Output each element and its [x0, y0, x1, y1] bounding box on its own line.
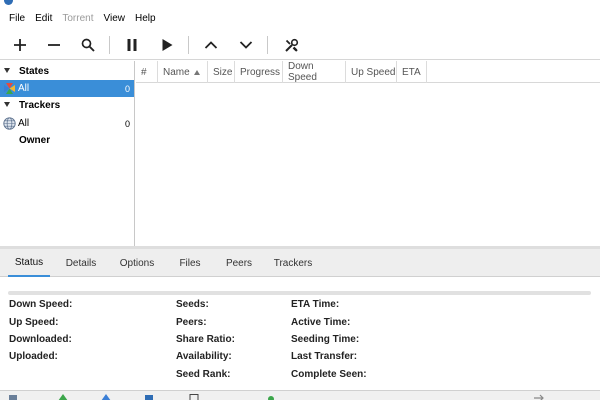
preferences-icon [284, 38, 298, 52]
torrent-list-header: # Name Size Progress Down Speed Up Speed… [136, 61, 600, 83]
toolbar-separator [109, 36, 110, 54]
external-ip-icon[interactable] [534, 394, 546, 400]
move-down-icon [239, 41, 253, 49]
menu-torrent[interactable]: Torrent [57, 13, 98, 24]
download-speed-icon[interactable] [58, 394, 68, 400]
queue-up-button[interactable] [198, 32, 224, 58]
column-label: Down Speed [288, 61, 317, 83]
seeds-label: Seeds: [176, 299, 209, 310]
tab-files[interactable]: Files [174, 249, 206, 277]
search-icon [81, 38, 95, 52]
protocol-traffic-icon[interactable] [144, 394, 154, 400]
menu-file[interactable]: File [4, 13, 30, 24]
toolbar [0, 29, 600, 60]
tab-options[interactable]: Options [114, 249, 160, 277]
sidebar-item-trackers-all[interactable]: All 0 [0, 115, 134, 132]
last-transfer-label: Last Transfer: [291, 351, 358, 362]
preferences-button[interactable] [278, 32, 304, 58]
search-button[interactable] [75, 32, 101, 58]
free-space-icon[interactable] [189, 394, 199, 400]
menu-help[interactable]: Help [130, 13, 161, 24]
column-header-up-speed[interactable]: Up Speed [346, 61, 397, 83]
column-header-progress[interactable]: Progress [235, 61, 283, 83]
column-label: # [141, 66, 147, 78]
pause-icon [127, 39, 137, 51]
column-label: Up Speed [351, 66, 396, 78]
details-tab-bar: Status Details Options Files Peers Track… [0, 249, 600, 277]
trackers-group-label: Trackers [19, 100, 61, 111]
peers-label: Peers: [176, 317, 207, 328]
add-icon [14, 39, 26, 51]
resume-button[interactable] [154, 32, 180, 58]
connections-icon[interactable] [8, 394, 18, 400]
active-time-label: Active Time: [291, 317, 351, 328]
remove-torrent-button[interactable] [41, 32, 67, 58]
resume-icon [162, 39, 173, 51]
seed-rank-label: Seed Rank: [176, 369, 231, 380]
torrent-progress-bar [8, 291, 591, 295]
column-label: Progress [240, 66, 281, 78]
add-torrent-button[interactable] [7, 32, 33, 58]
availability-label: Availability: [176, 351, 232, 362]
column-label: Size [213, 66, 233, 78]
share-ratio-label: Share Ratio: [176, 334, 235, 345]
states-group-header[interactable]: States [0, 63, 134, 80]
dht-nodes-icon[interactable] [266, 394, 276, 400]
owner-group-header[interactable]: Owner [0, 132, 134, 149]
up-speed-label: Up Speed: [9, 317, 59, 328]
filter-sidebar: States All 0 Trackers All 0 Owner [0, 61, 135, 246]
column-header-eta[interactable]: ETA [397, 61, 427, 83]
menu-edit[interactable]: Edit [30, 13, 57, 24]
column-header-name[interactable]: Name [158, 61, 208, 83]
tab-trackers[interactable]: Trackers [270, 249, 316, 277]
sidebar-item-label: All [18, 83, 30, 94]
queue-down-button[interactable] [233, 32, 259, 58]
menu-view[interactable]: View [98, 13, 130, 24]
column-header-down-speed[interactable]: Down Speed [283, 61, 346, 83]
tab-status[interactable]: Status [8, 249, 50, 277]
downloaded-label: Downloaded: [9, 334, 72, 345]
column-header-number[interactable]: # [136, 61, 158, 83]
column-label: Name [163, 66, 190, 78]
all-states-icon [4, 83, 15, 94]
title-bar [0, 0, 600, 6]
expand-arrow-icon[interactable] [4, 102, 10, 107]
sidebar-item-states-all[interactable]: All 0 [0, 80, 134, 97]
network-globe-icon [3, 117, 16, 130]
owner-group-label: Owner [19, 135, 51, 146]
app-icon [4, 0, 13, 5]
tab-peers[interactable]: Peers [222, 249, 256, 277]
status-bar [0, 390, 600, 400]
remove-icon [48, 44, 60, 46]
states-group-label: States [19, 66, 50, 77]
tab-details[interactable]: Details [60, 249, 102, 277]
column-label: ETA [402, 66, 421, 78]
torrent-list[interactable]: # Name Size Progress Down Speed Up Speed… [136, 61, 600, 246]
pause-button[interactable] [119, 32, 145, 58]
complete-seen-label: Complete Seen: [291, 369, 367, 380]
toolbar-separator [267, 36, 268, 54]
sidebar-item-count: 0 [124, 83, 130, 94]
down-speed-label: Down Speed: [9, 299, 73, 310]
expand-arrow-icon[interactable] [4, 68, 10, 73]
sort-ascending-icon [193, 69, 200, 75]
menu-bar: File Edit Torrent View Help [0, 8, 600, 28]
uploaded-label: Uploaded: [9, 351, 58, 362]
toolbar-separator [188, 36, 189, 54]
move-up-icon [204, 41, 218, 49]
eta-time-label: ETA Time: [291, 299, 340, 310]
seeding-time-label: Seeding Time: [291, 334, 360, 345]
column-header-size[interactable]: Size [208, 61, 235, 83]
sidebar-item-count: 0 [124, 118, 130, 129]
upload-speed-icon[interactable] [101, 394, 111, 400]
sidebar-item-label: All [18, 118, 30, 129]
trackers-group-header[interactable]: Trackers [0, 97, 134, 114]
